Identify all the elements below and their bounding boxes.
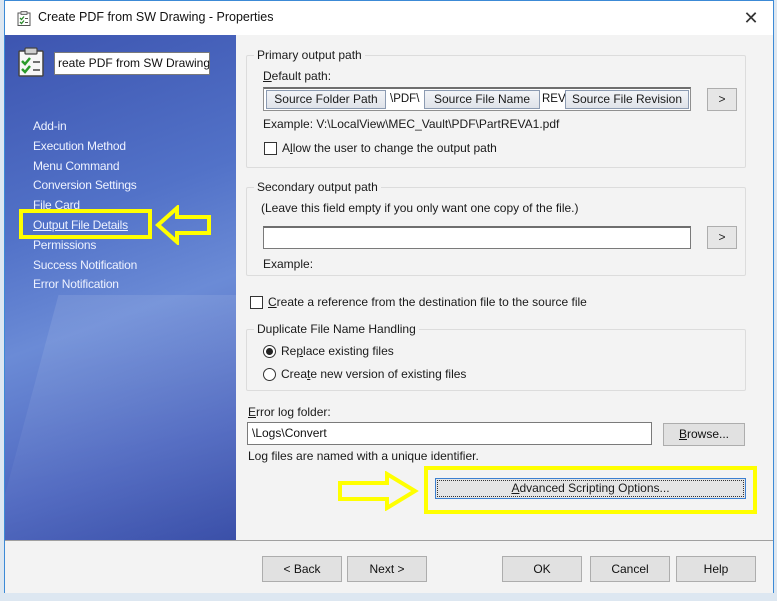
primary-path-insert-button[interactable]: > xyxy=(707,88,737,111)
path-separator-pdf: \PDF\ xyxy=(390,93,420,105)
next-button[interactable]: Next > xyxy=(347,556,427,582)
sidebar-item-menu-command[interactable]: Menu Command xyxy=(33,157,137,177)
sidebar-item-execution-method[interactable]: Execution Method xyxy=(33,137,137,157)
secondary-output-path-group: Secondary output path (Leave this field … xyxy=(246,180,746,276)
create-reference-label[interactable]: Create a reference from the destination … xyxy=(268,295,587,309)
close-icon: ✕ xyxy=(743,8,759,28)
browse-button[interactable]: Browse... xyxy=(663,423,745,446)
primary-path-example: Example: V:\LocalView\MEC_Vault\PDF\Part… xyxy=(263,117,560,131)
error-log-folder-label: Error log folder: xyxy=(248,405,331,419)
help-button[interactable]: Help xyxy=(676,556,756,582)
advanced-scripting-options-button[interactable]: Advanced Scripting Options... xyxy=(435,478,746,499)
token-source-file-revision[interactable]: Source File Revision xyxy=(565,90,689,109)
title-bar: Create PDF from SW Drawing - Properties … xyxy=(5,1,773,35)
primary-output-path-legend: Primary output path xyxy=(254,48,365,62)
properties-dialog: Create PDF from SW Drawing - Properties … xyxy=(4,0,774,593)
annotation-arrow-left-icon xyxy=(155,205,211,245)
primary-output-path-group: Primary output path Default path: Source… xyxy=(246,48,746,168)
sidebar-item-error-notification[interactable]: Error Notification xyxy=(33,275,137,295)
sidebar-item-success-notification[interactable]: Success Notification xyxy=(33,256,137,276)
error-log-folder-field[interactable]: \Logs\Convert xyxy=(247,422,652,445)
clipboard-checklist-icon xyxy=(17,11,31,26)
sidebar-item-add-in[interactable]: Add-in xyxy=(33,117,137,137)
create-reference-checkbox[interactable] xyxy=(250,296,263,309)
cancel-button[interactable]: Cancel xyxy=(590,556,670,582)
command-name-field[interactable]: reate PDF from SW Drawing xyxy=(54,52,210,75)
ok-button[interactable]: OK xyxy=(502,556,582,582)
replace-existing-files-label[interactable]: Replace existing files xyxy=(281,344,394,358)
error-log-note: Log files are named with a unique identi… xyxy=(248,449,479,463)
output-file-details-panel: Primary output path Default path: Source… xyxy=(236,35,773,540)
allow-change-output-path-checkbox[interactable] xyxy=(264,142,277,155)
replace-existing-files-radio[interactable] xyxy=(263,345,276,358)
secondary-path-field[interactable] xyxy=(263,226,691,249)
create-new-version-label[interactable]: Create new version of existing files xyxy=(281,367,466,381)
annotation-arrow-right-icon xyxy=(338,471,419,511)
default-path-field[interactable]: Source Folder Path \PDF\ Source File Nam… xyxy=(263,87,691,111)
secondary-path-hint: (Leave this field empty if you only want… xyxy=(261,201,579,215)
back-button[interactable]: < Back xyxy=(262,556,342,582)
sidebar: reate PDF from SW Drawing Add-in Executi… xyxy=(5,35,236,540)
sidebar-item-conversion-settings[interactable]: Conversion Settings xyxy=(33,176,137,196)
clipboard-checklist-icon xyxy=(18,47,44,77)
duplicate-file-name-handling-group: Duplicate File Name Handling Replace exi… xyxy=(246,322,746,391)
create-new-version-radio[interactable] xyxy=(263,368,276,381)
highlight-box-output-file-details xyxy=(19,209,152,239)
default-path-label: Default path: xyxy=(263,69,332,83)
secondary-path-insert-button[interactable]: > xyxy=(707,226,737,249)
secondary-output-path-legend: Secondary output path xyxy=(254,180,381,194)
duplicate-file-name-handling-legend: Duplicate File Name Handling xyxy=(254,322,419,336)
dialog-footer: < Back Next > OK Cancel Help xyxy=(5,540,773,593)
secondary-path-example: Example: xyxy=(263,257,314,271)
sidebar-nav: Add-in Execution Method Menu Command Con… xyxy=(33,117,137,295)
token-source-folder-path[interactable]: Source Folder Path xyxy=(266,90,386,109)
window-title: Create PDF from SW Drawing - Properties xyxy=(38,10,274,24)
token-source-file-name[interactable]: Source File Name xyxy=(424,90,540,109)
close-button[interactable]: ✕ xyxy=(737,6,765,30)
allow-change-output-path-label[interactable]: Allow the user to change the output path xyxy=(282,141,497,155)
path-separator-rev: REV xyxy=(542,93,566,105)
